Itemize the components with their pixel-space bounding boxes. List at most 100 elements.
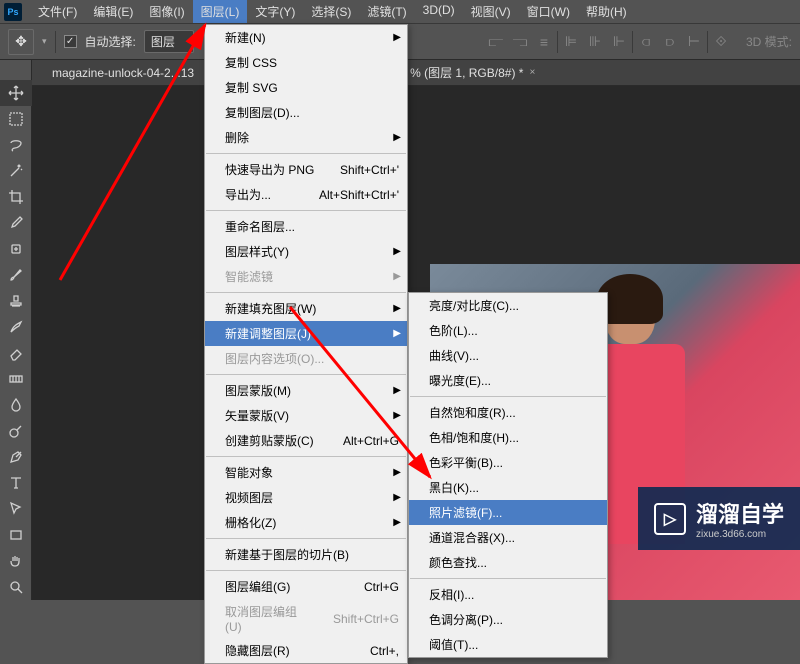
layer-dropdown[interactable]: 图层 (144, 30, 194, 53)
align-btn[interactable]: ⟐ (710, 31, 732, 53)
menu-row[interactable]: 导出为...Alt+Shift+Ctrl+' (205, 182, 407, 207)
submenu-arrow-icon: ▶ (393, 467, 401, 478)
submenu-arrow-icon: ▶ (393, 271, 401, 282)
menu-row[interactable]: 黑白(K)... (409, 475, 607, 500)
menu-row[interactable]: 色调分离(P)... (409, 607, 607, 632)
align-btn[interactable]: ⫎ (509, 31, 531, 53)
menu-label: 新建(N) (225, 29, 266, 46)
menu-label: 新建填充图层(W) (225, 300, 316, 317)
rectangle-tool[interactable] (0, 522, 32, 548)
healing-tool[interactable] (0, 236, 32, 262)
history-brush-tool[interactable] (0, 314, 32, 340)
zoom-tool[interactable] (0, 574, 32, 600)
dodge-tool[interactable] (0, 418, 32, 444)
menu-row[interactable]: 复制 CSS (205, 50, 407, 75)
marquee-tool[interactable] (0, 106, 32, 132)
crop-tool[interactable] (0, 184, 32, 210)
menu-item[interactable]: 编辑(E) (85, 0, 141, 23)
menu-item[interactable]: 窗口(W) (519, 0, 578, 23)
menu-row[interactable]: 色彩平衡(B)... (409, 450, 607, 475)
menu-row[interactable]: 曝光度(E)... (409, 368, 607, 393)
menu-item[interactable]: 视图(V) (463, 0, 519, 23)
adjustment-layer-submenu: 亮度/对比度(C)... 色阶(L)...曲线(V)... 曝光度(E)... 自然饱… (408, 292, 608, 658)
eraser-tool[interactable] (0, 340, 32, 366)
menu-label: 复制 SVG (225, 79, 278, 96)
align-btn[interactable]: ≡ (533, 31, 555, 53)
hand-tool[interactable] (0, 548, 32, 574)
brush-tool[interactable] (0, 262, 32, 288)
menu-row[interactable]: 亮度/对比度(C)... (409, 293, 607, 318)
menu-item[interactable]: 滤镜(T) (359, 0, 414, 23)
menu-row[interactable]: 阈值(T)... (409, 632, 607, 657)
menu-row[interactable]: 快速导出为 PNGShift+Ctrl+' (205, 157, 407, 182)
menu-row[interactable]: 图层蒙版(M)▶ (205, 378, 407, 403)
menu-row[interactable]: 新建(N)▶ (205, 25, 407, 50)
menu-row[interactable]: 栅格化(Z)▶ (205, 510, 407, 535)
stamp-tool[interactable] (0, 288, 32, 314)
align-btn[interactable]: ⊢ (683, 31, 705, 53)
menu-row[interactable]: 新建填充图层(W) ▶ (205, 296, 407, 321)
menu-row[interactable]: 颜色查找... (409, 550, 607, 575)
pen-tool[interactable] (0, 444, 32, 470)
blur-tool[interactable] (0, 392, 32, 418)
document-tab[interactable]: % (图层 1, RGB/8#) * × (402, 64, 543, 81)
close-icon[interactable]: × (529, 67, 535, 78)
menu-row[interactable]: 通道混合器(X)... (409, 525, 607, 550)
menu-row[interactable]: 图层编组(G)Ctrl+G (205, 574, 407, 599)
menu-row[interactable]: 曲线(V)... (409, 343, 607, 368)
magic-wand-tool[interactable] (0, 158, 32, 184)
menu-row[interactable]: 隐藏图层(R)Ctrl+, (205, 638, 407, 663)
menu-row[interactable]: 复制图层(D)... (205, 100, 407, 125)
eyedropper-tool[interactable] (0, 210, 32, 236)
align-btn[interactable]: ⊫ (560, 31, 582, 53)
menu-row[interactable]: 色相/饱和度(H)... (409, 425, 607, 450)
align-btn[interactable]: ⫍ (485, 31, 507, 53)
align-btn[interactable]: ⫐ (659, 31, 681, 53)
submenu-arrow-icon: ▶ (393, 492, 401, 503)
menu-row[interactable]: 复制 SVG (205, 75, 407, 100)
menu-row[interactable]: 反相(I)... (409, 582, 607, 607)
submenu-arrow-icon: ▶ (393, 303, 401, 314)
menu-item[interactable]: 图层(L) (193, 0, 248, 23)
menu-label: 矢量蒙版(V) (225, 407, 289, 424)
menu-row[interactable]: 删除▶ (205, 125, 407, 150)
menu-item[interactable]: 图像(I) (141, 0, 192, 23)
menu-row[interactable]: 新建基于图层的切片(B) (205, 542, 407, 567)
menu-row[interactable]: 图层样式(Y)▶ (205, 239, 407, 264)
menu-separator (410, 396, 606, 397)
menu-item[interactable]: 帮助(H) (578, 0, 635, 23)
lasso-tool[interactable] (0, 132, 32, 158)
move-tool-icon[interactable]: ✥ (8, 29, 34, 55)
menu-row[interactable]: 自然饱和度(R)... (409, 400, 607, 425)
menu-row[interactable]: 矢量蒙版(V)▶ (205, 403, 407, 428)
align-btn[interactable]: ⊩ (608, 31, 630, 53)
menu-item[interactable]: 文字(Y) (247, 0, 303, 23)
menu-label: 导出为... (225, 186, 271, 203)
menu-separator (206, 374, 406, 375)
align-btn[interactable]: ⫏ (635, 31, 657, 53)
gradient-tool[interactable] (0, 366, 32, 392)
submenu-arrow-icon: ▶ (393, 328, 401, 339)
move-tool[interactable] (0, 80, 32, 106)
menu-label: 重命名图层... (225, 218, 295, 235)
menu-item[interactable]: 3D(D) (415, 0, 463, 23)
menu-row[interactable]: 智能对象▶ (205, 460, 407, 485)
menu-row[interactable]: 视频图层▶ (205, 485, 407, 510)
menu-label: 亮度/对比度(C)... (429, 297, 519, 314)
path-selection-tool[interactable] (0, 496, 32, 522)
menu-row[interactable]: 照片滤镜(F)... (409, 500, 607, 525)
align-group: ⫍ ⫎ ≡ ⊫ ⊪ ⊩ ⫏ ⫐ ⊢ ⟐ (485, 31, 732, 53)
menu-label: 隐藏图层(R) (225, 642, 290, 659)
menu-row[interactable]: 重命名图层... (205, 214, 407, 239)
menu-item[interactable]: 文件(F) (30, 0, 85, 23)
menu-row[interactable]: 色阶(L)... (409, 318, 607, 343)
document-tab[interactable]: magazine-unlock-04-2. .13 (44, 66, 202, 80)
menu-label: 曝光度(E)... (429, 372, 491, 389)
menu-row[interactable]: 新建调整图层(J)▶ (205, 321, 407, 346)
auto-select-checkbox[interactable]: ✓ (64, 35, 77, 48)
menu-item[interactable]: 选择(S) (303, 0, 359, 23)
type-tool[interactable] (0, 470, 32, 496)
tab-bar: magazine-unlock-04-2. .13 % (图层 1, RGB/8… (32, 60, 800, 86)
align-btn[interactable]: ⊪ (584, 31, 606, 53)
menu-row[interactable]: 创建剪贴蒙版(C)Alt+Ctrl+G (205, 428, 407, 453)
